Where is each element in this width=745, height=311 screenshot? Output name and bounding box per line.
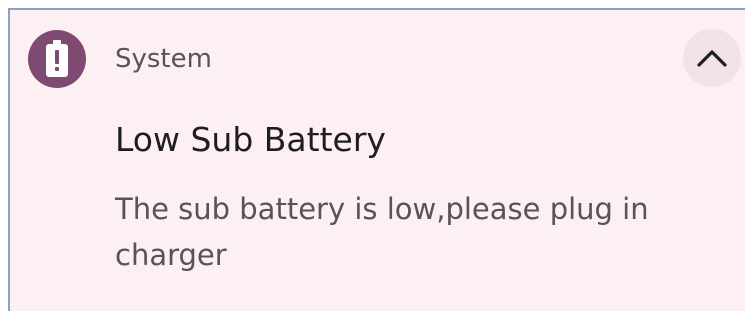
notification-title: Low Sub Battery xyxy=(115,120,386,159)
chevron-up-icon xyxy=(697,50,727,67)
collapse-button[interactable] xyxy=(683,29,741,87)
notification-card[interactable]: System Low Sub Battery The sub battery i… xyxy=(8,8,745,311)
app-name: System xyxy=(115,44,212,74)
battery-alert-icon xyxy=(28,30,86,88)
notification-message: The sub battery is low,please plug in ch… xyxy=(115,192,649,272)
